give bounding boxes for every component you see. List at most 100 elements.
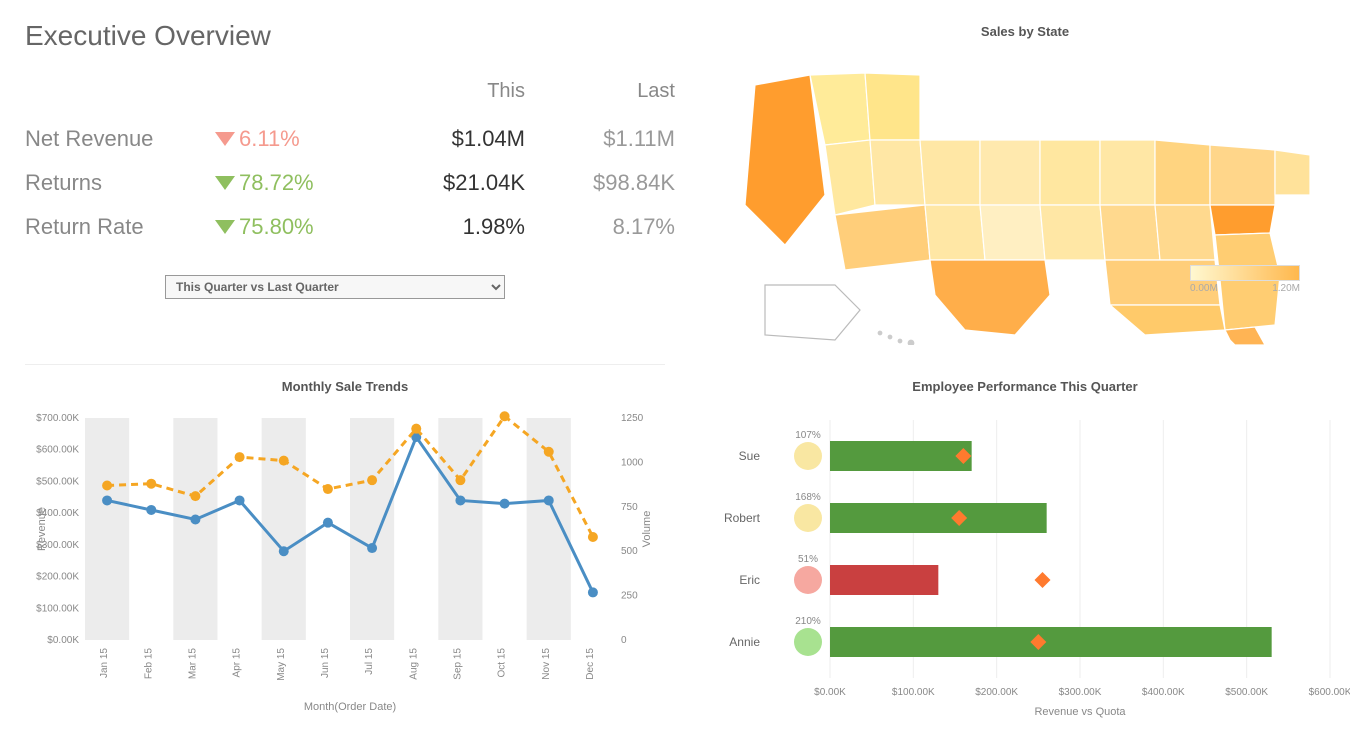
trends-title: Monthly Sale Trends: [25, 375, 665, 400]
state-mi[interactable]: [1155, 140, 1210, 205]
svg-text:$100.00K: $100.00K: [36, 603, 79, 614]
kpi-row: Net Revenue6.11%$1.04M$1.11M: [25, 117, 645, 161]
map-title: Sales by State: [690, 20, 1360, 45]
svg-text:Aug 15: Aug 15: [408, 648, 419, 680]
svg-text:May 15: May 15: [276, 648, 287, 681]
state-nv[interactable]: [825, 140, 875, 215]
state-mn[interactable]: [1040, 140, 1100, 205]
kpi-header-this: This: [365, 80, 525, 103]
kpi-row: Returns78.72%$21.04K$98.84K: [25, 161, 645, 205]
state-il[interactable]: [1100, 205, 1160, 260]
kpi-label: Return Rate: [25, 214, 215, 240]
state-or[interactable]: [810, 73, 870, 145]
triangle-down-icon: [215, 220, 235, 234]
svg-text:$300.00K: $300.00K: [1059, 687, 1102, 698]
monthly-trends-panel: Monthly Sale Trends $0.00K $100.00K $200.0…: [25, 375, 665, 725]
state-nm[interactable]: [925, 205, 985, 260]
svg-text:Volume: Volume: [641, 511, 653, 548]
state-hi[interactable]: [877, 330, 915, 345]
kpi-delta-value: 75.80%: [239, 214, 314, 240]
svg-text:Mar 15: Mar 15: [187, 648, 198, 680]
svg-text:210%: 210%: [795, 616, 821, 627]
svg-text:$200.00K: $200.00K: [975, 687, 1018, 698]
svg-text:$500.00K: $500.00K: [36, 476, 79, 487]
svg-text:0: 0: [621, 635, 627, 646]
kpi-last: 8.17%: [525, 214, 675, 240]
svg-text:107%: 107%: [795, 430, 821, 441]
employee-performance-panel: Employee Performance This Quarter $0.00K…: [690, 375, 1360, 725]
state-fl[interactable]: [1225, 327, 1265, 345]
svg-text:750: 750: [621, 502, 638, 513]
svg-text:$0.00K: $0.00K: [814, 687, 846, 698]
svg-text:Sep 15: Sep 15: [452, 648, 463, 680]
emp-title: Employee Performance This Quarter: [690, 375, 1360, 400]
svg-text:Jul 15: Jul 15: [364, 648, 375, 675]
svg-text:Oct 15: Oct 15: [497, 648, 508, 678]
state-wa[interactable]: [865, 73, 920, 140]
svg-text:Eric: Eric: [739, 573, 760, 587]
svg-text:Annie: Annie: [729, 635, 760, 649]
legend-min: 0.00M: [1190, 283, 1218, 294]
state-ga[interactable]: [1110, 305, 1225, 335]
state-ny[interactable]: [1210, 145, 1275, 205]
kpi-label: Net Revenue: [25, 126, 215, 152]
svg-text:Apr 15: Apr 15: [232, 648, 243, 678]
kpi-this: $1.04M: [365, 126, 525, 152]
triangle-down-icon: [215, 176, 235, 190]
kpi-header-last: Last: [525, 80, 675, 103]
executive-overview-panel: Executive Overview .. This Last Net Reve…: [25, 20, 665, 365]
state-mt[interactable]: [920, 140, 980, 205]
state-tx[interactable]: [930, 260, 1050, 335]
page-title: Executive Overview: [25, 20, 645, 52]
triangle-down-icon: [215, 132, 235, 146]
kpi-delta: 75.80%: [215, 214, 365, 240]
svg-text:168%: 168%: [795, 492, 821, 503]
svg-text:Revenue vs Quota: Revenue vs Quota: [1034, 706, 1126, 718]
svg-text:$0.00K: $0.00K: [47, 635, 79, 646]
svg-text:Revenue: Revenue: [36, 507, 48, 551]
state-nd[interactable]: [980, 140, 1040, 205]
svg-text:$600.00K: $600.00K: [1309, 687, 1350, 698]
state-wi[interactable]: [1100, 140, 1155, 205]
state-mo[interactable]: [1040, 205, 1105, 260]
kpi-delta: 6.11%: [215, 126, 365, 152]
state-id[interactable]: [870, 140, 925, 205]
state-ca[interactable]: [745, 75, 825, 245]
svg-text:Jan 15: Jan 15: [99, 648, 110, 678]
kpi-this: 1.98%: [365, 214, 525, 240]
svg-text:$500.00K: $500.00K: [1225, 687, 1268, 698]
svg-text:Sue: Sue: [739, 449, 761, 463]
period-select[interactable]: This Quarter vs Last Quarter: [165, 275, 505, 299]
svg-text:$400.00K: $400.00K: [1142, 687, 1185, 698]
kpi-delta-value: 6.11%: [239, 126, 300, 152]
kpi-delta: 78.72%: [215, 170, 365, 196]
svg-text:$700.00K: $700.00K: [36, 413, 79, 424]
svg-text:Nov 15: Nov 15: [541, 648, 552, 680]
kpi-row: Return Rate75.80%1.98%8.17%: [25, 205, 645, 249]
employee-performance-chart[interactable]: $0.00K $100.00K $200.00K $300.00K $400.00K $5…: [690, 400, 1350, 720]
svg-text:250: 250: [621, 591, 638, 602]
sales-by-state-panel: Sales by State: [690, 20, 1360, 365]
kpi-last: $98.84K: [525, 170, 675, 196]
state-az[interactable]: [835, 205, 930, 270]
state-ks[interactable]: [980, 205, 1045, 260]
kpi-label: Returns: [25, 170, 215, 196]
svg-text:500: 500: [621, 546, 638, 557]
svg-text:Jun 15: Jun 15: [320, 648, 331, 678]
legend-gradient: [1190, 265, 1300, 281]
svg-text:1250: 1250: [621, 413, 644, 424]
svg-text:$200.00K: $200.00K: [36, 572, 79, 583]
state-pa[interactable]: [1210, 205, 1275, 235]
svg-text:Feb 15: Feb 15: [143, 648, 154, 680]
kpi-last: $1.11M: [525, 126, 675, 152]
svg-text:$600.00K: $600.00K: [36, 445, 79, 456]
state-ne-cluster[interactable]: [1275, 150, 1310, 195]
svg-text:1000: 1000: [621, 457, 644, 468]
svg-text:$100.00K: $100.00K: [892, 687, 935, 698]
state-in[interactable]: [1155, 205, 1215, 260]
kpi-delta-value: 78.72%: [239, 170, 314, 196]
usa-choropleth-map[interactable]: [715, 45, 1335, 345]
svg-text:Month(Order Date): Month(Order Date): [304, 701, 396, 713]
monthly-trends-chart[interactable]: $0.00K$100.00K$200.00K$300.00K$400.00K$5…: [25, 400, 665, 720]
svg-text:51%: 51%: [798, 554, 818, 565]
